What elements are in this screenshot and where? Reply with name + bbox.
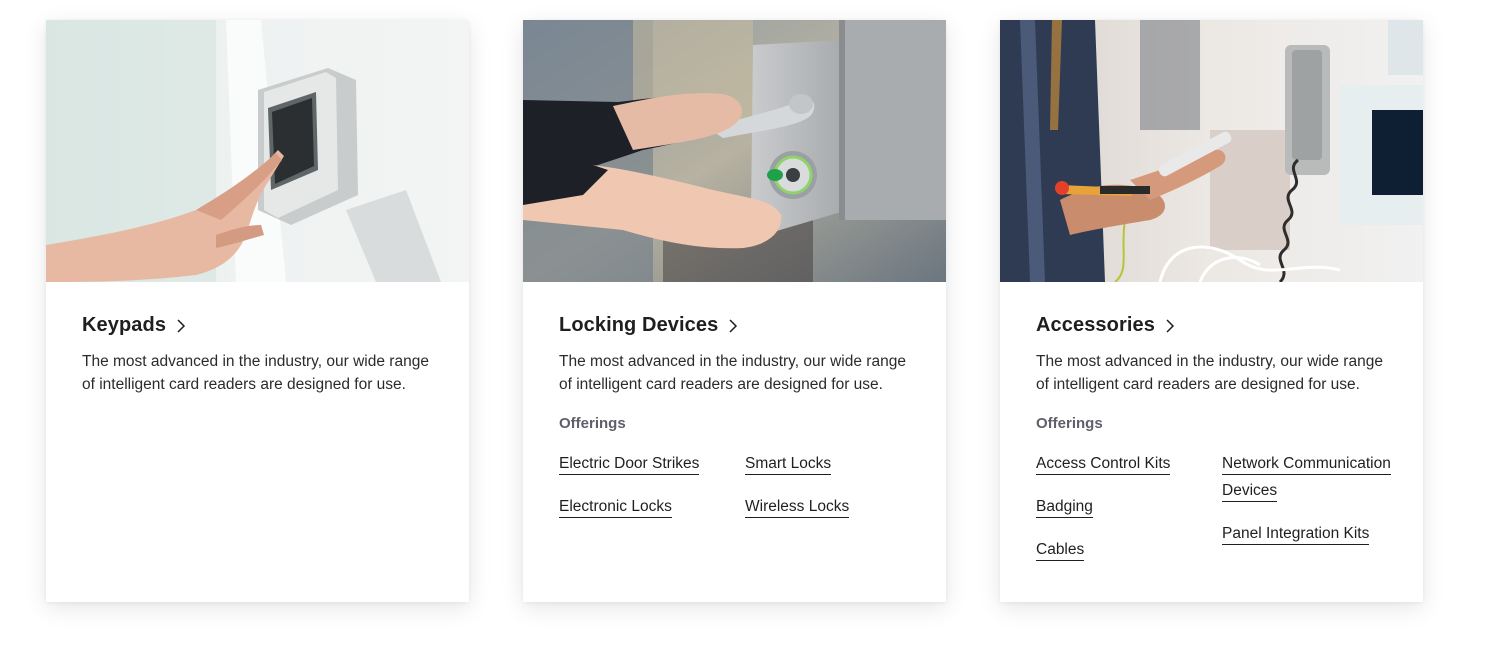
offerings-column-left: Access Control Kits Badging Cables: [1036, 450, 1222, 563]
offering-link-badging[interactable]: Badging: [1036, 493, 1222, 520]
keypads-title-link[interactable]: Keypads: [82, 314, 186, 337]
offering-link-panel-integration-kits[interactable]: Panel Integration Kits: [1222, 520, 1402, 547]
product-card-keypads: Keypads The most advanced in the industr…: [46, 20, 469, 602]
card-description: The most advanced in the industry, our w…: [559, 353, 906, 393]
offerings-list: Electric Door Strikes Smart Locks Electr…: [559, 450, 910, 520]
card-description: The most advanced in the industry, our w…: [82, 353, 429, 393]
offering-link-electric-door-strikes[interactable]: Electric Door Strikes: [559, 450, 745, 477]
chevron-right-icon: [1166, 318, 1175, 333]
locking-devices-image[interactable]: [523, 20, 946, 282]
card-description: The most advanced in the industry, our w…: [1036, 353, 1383, 393]
chevron-right-icon: [177, 318, 186, 333]
offerings-label: Offerings: [559, 415, 626, 432]
keypads-image[interactable]: [46, 20, 469, 282]
accessories-title-link[interactable]: Accessories: [1036, 314, 1175, 337]
offering-link-wireless-locks[interactable]: Wireless Locks: [745, 493, 925, 520]
card-title: Accessories: [1036, 314, 1155, 336]
accessories-image[interactable]: [1000, 20, 1423, 282]
offering-link-smart-locks[interactable]: Smart Locks: [745, 450, 925, 477]
product-card-locking-devices: Locking Devices The most advanced in the…: [523, 20, 946, 602]
offerings-column-right: Network Communication Devices Panel Inte…: [1222, 450, 1402, 563]
locking-devices-title-link[interactable]: Locking Devices: [559, 314, 738, 337]
offering-link-network-communication-devices[interactable]: Network Communication Devices: [1222, 450, 1402, 504]
product-card-accessories: Accessories The most advanced in the ind…: [1000, 20, 1423, 602]
card-title: Locking Devices: [559, 314, 719, 336]
offerings-list: Access Control Kits Badging Cables Netwo…: [1036, 450, 1391, 563]
offering-link-cables[interactable]: Cables: [1036, 536, 1222, 563]
offering-link-electronic-locks[interactable]: Electronic Locks: [559, 493, 745, 520]
offerings-label: Offerings: [1036, 415, 1103, 432]
card-title: Keypads: [82, 314, 167, 336]
offering-link-access-control-kits[interactable]: Access Control Kits: [1036, 450, 1222, 477]
chevron-right-icon: [729, 318, 738, 333]
